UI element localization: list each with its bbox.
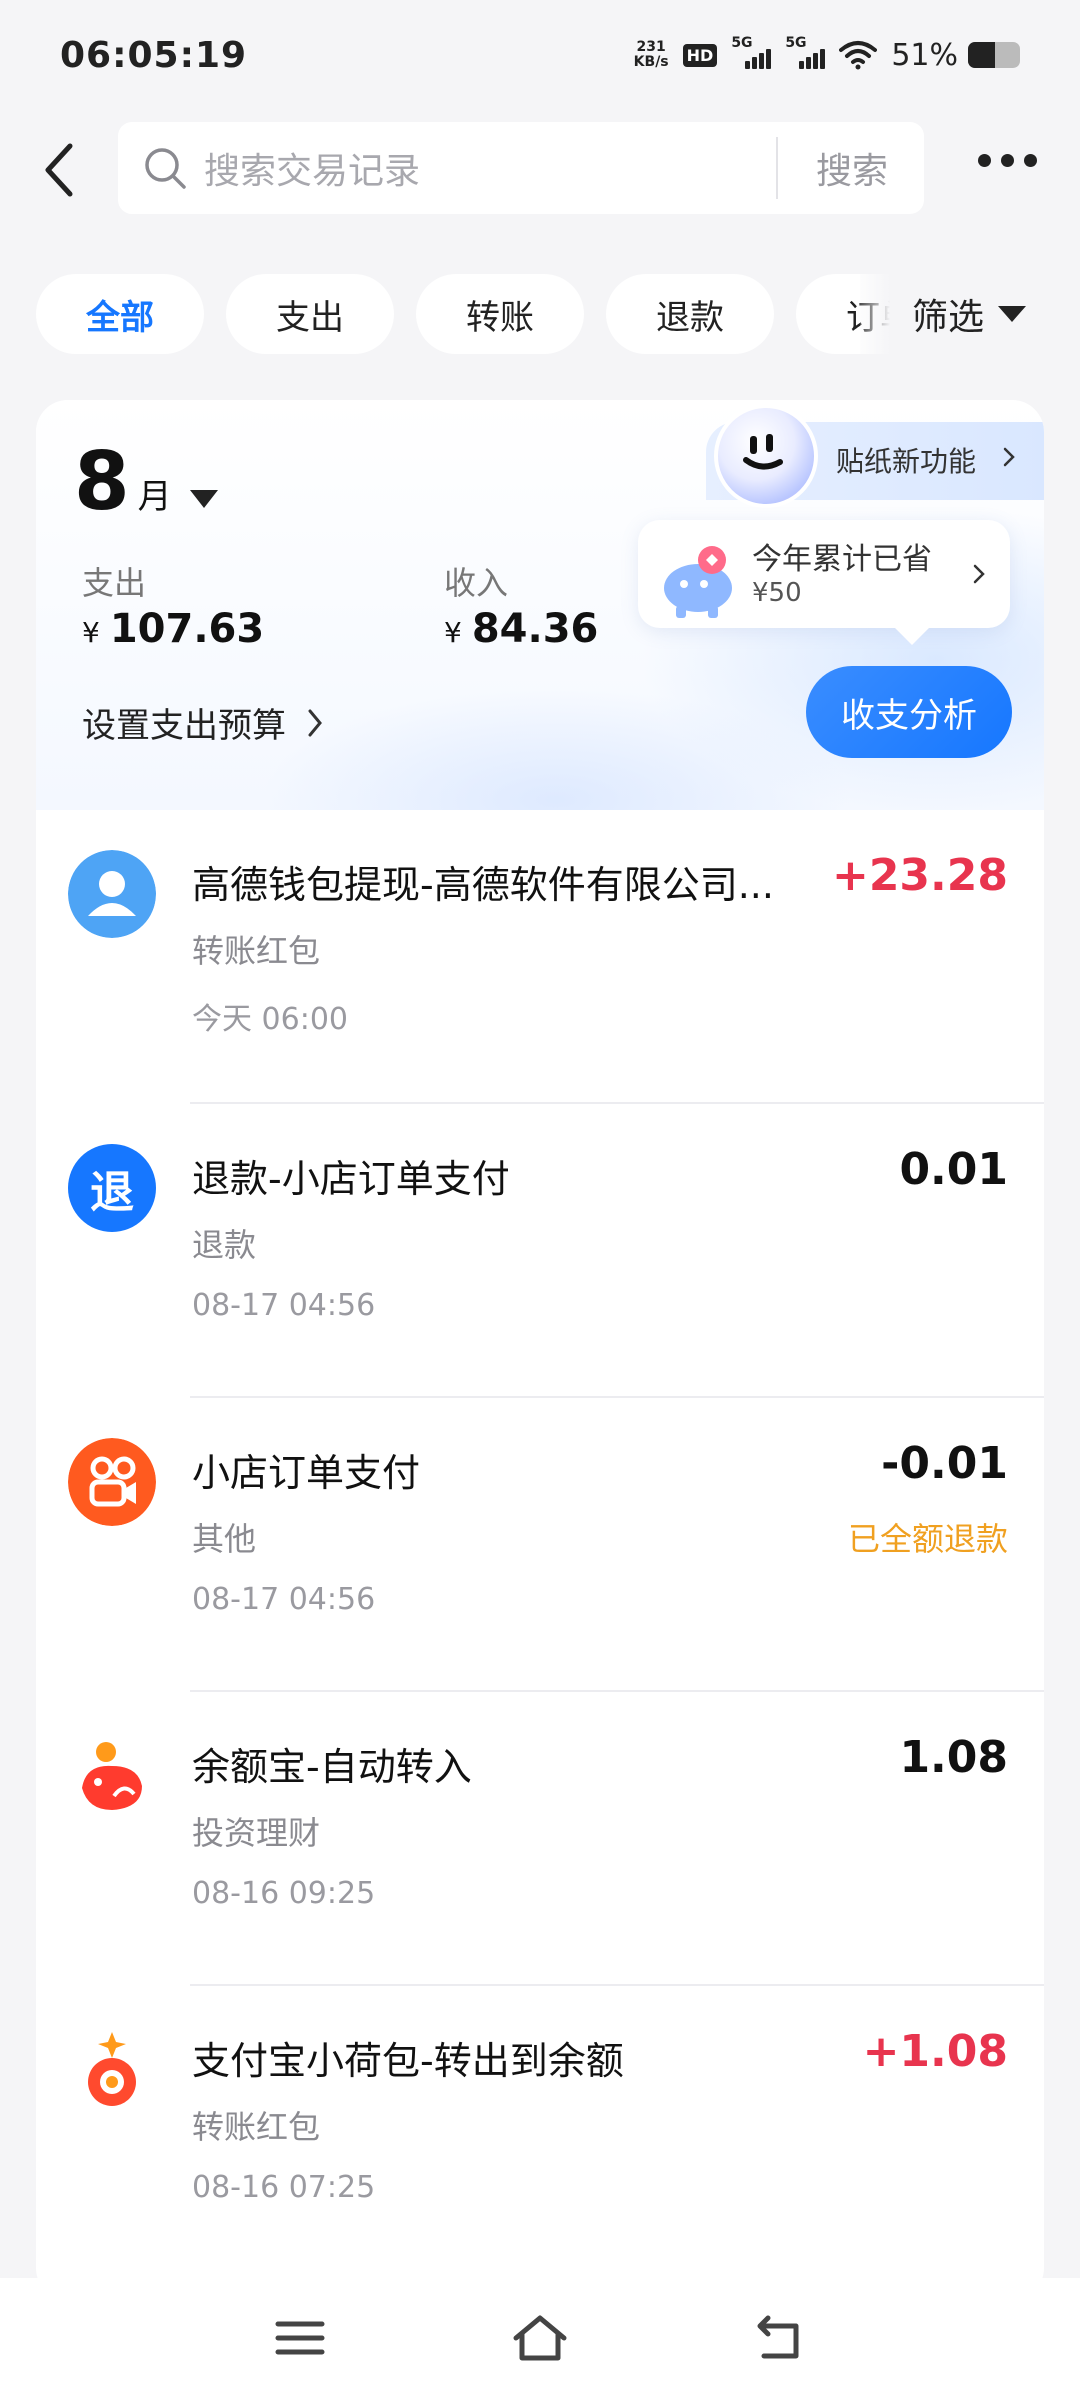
transaction-category: 退款	[192, 1226, 257, 1264]
tab-expense[interactable]: 支出	[226, 274, 394, 354]
hd-icon: HD	[682, 43, 718, 67]
month-unit: 月	[137, 477, 172, 517]
back-nav-icon[interactable]	[750, 2308, 810, 2368]
chevron-right-icon	[973, 564, 985, 584]
transaction-title: 支付宝小荷包-转出到余额	[192, 2039, 624, 2083]
transactions-card: 贴纸新功能 8 月 支出 ¥107.63 收入 ¥84.36 今年累计已省 ¥5…	[36, 400, 1044, 2300]
refund-icon: 退	[68, 1144, 156, 1232]
menu-icon[interactable]	[270, 2308, 330, 2368]
sticker-feature-label[interactable]: 贴纸新功能	[836, 440, 976, 480]
filter-label: 筛选	[912, 297, 985, 338]
yearly-savings-bubble[interactable]: 今年累计已省 ¥50	[638, 520, 1010, 628]
wifi-icon	[839, 41, 878, 70]
transaction-title: 高德钱包提现-高德软件有限公司...	[192, 863, 774, 907]
system-navigation-bar	[0, 2278, 1080, 2400]
transaction-time: 08-17 04:56	[192, 1288, 376, 1323]
transaction-amount: +1.08	[862, 2026, 1008, 2077]
back-button[interactable]	[34, 138, 94, 202]
transaction-category: 转账红包	[192, 932, 321, 970]
filter-button[interactable]: 筛选	[860, 274, 1080, 354]
piggy-bank-icon	[664, 546, 732, 618]
income-expense-analysis-button[interactable]: 收支分析	[806, 666, 1012, 758]
month-selector[interactable]: 8 月	[74, 442, 218, 522]
chevron-right-icon	[308, 709, 322, 736]
transaction-amount: 1.08	[899, 1732, 1008, 1783]
transaction-title: 余额宝-自动转入	[192, 1745, 472, 1789]
savings-amount: ¥50	[752, 578, 802, 608]
home-icon[interactable]	[510, 2308, 570, 2368]
kuaishou-shop-icon	[68, 1438, 156, 1526]
signal-icon: 5G	[731, 35, 772, 69]
caret-down-icon	[998, 306, 1027, 322]
tab-refund[interactable]: 退款	[606, 274, 774, 354]
transaction-title: 小店订单支付	[192, 1451, 421, 1495]
income-value: ¥84.36	[444, 606, 599, 652]
search-icon	[145, 148, 186, 189]
transaction-amount: +23.28	[831, 850, 1008, 901]
tab-transfer[interactable]: 转账	[416, 274, 584, 354]
user-avatar-icon	[68, 850, 156, 938]
tab-all[interactable]: 全部	[36, 274, 204, 354]
xiaohebao-icon	[68, 2026, 156, 2114]
header: 搜索交易记录 搜索	[0, 120, 1080, 220]
expense-value: ¥107.63	[82, 606, 265, 652]
transaction-row[interactable]: 高德钱包提现-高德软件有限公司... 转账红包 今天 06:00 +23.28	[36, 810, 1044, 1104]
transaction-amount: -0.01	[881, 1438, 1008, 1489]
status-icons: 231 KB/s HD 5G 5G 51%	[633, 35, 1020, 73]
chevron-right-icon	[1003, 447, 1015, 467]
transaction-time: 08-16 07:25	[192, 2170, 376, 2205]
transaction-row[interactable]: 支付宝小荷包-转出到余额 转账红包 08-16 07:25 +1.08	[36, 1986, 1044, 2280]
transaction-row[interactable]: 退 退款-小店订单支付 退款 08-17 04:56 0.01	[36, 1104, 1044, 1398]
transaction-row[interactable]: 小店订单支付 其他 08-17 04:56 -0.01 已全额退款	[36, 1398, 1044, 1692]
signal-icon-2: 5G	[785, 35, 826, 69]
status-bar: 06:05:19 231 KB/s HD 5G 5G 51%	[0, 0, 1080, 110]
expense-label: 支出	[82, 564, 147, 602]
search-bar[interactable]: 搜索交易记录 搜索	[118, 122, 924, 214]
transaction-time: 08-17 04:56	[192, 1582, 376, 1617]
more-options-button[interactable]	[978, 154, 1037, 167]
filter-tabs: 全部 支出 转账 退款 订单 筛选	[0, 274, 1080, 354]
budget-label: 设置支出预算	[82, 706, 286, 746]
search-button[interactable]: 搜索	[778, 142, 924, 194]
mascot-icon	[714, 404, 818, 508]
transaction-time: 今天 06:00	[192, 1002, 348, 1037]
refund-status-note: 已全额退款	[847, 1520, 1008, 1558]
monthly-summary: 贴纸新功能 8 月 支出 ¥107.63 收入 ¥84.36 今年累计已省 ¥5…	[36, 400, 1044, 810]
transaction-row[interactable]: 余额宝-自动转入 投资理财 08-16 09:25 1.08	[36, 1692, 1044, 1986]
savings-title: 今年累计已省	[752, 542, 932, 577]
income-label: 收入	[444, 564, 509, 602]
set-budget-link[interactable]: 设置支出预算	[82, 698, 326, 747]
transaction-category: 转账红包	[192, 2108, 321, 2146]
transaction-time: 08-16 09:25	[192, 1876, 376, 1911]
month-number: 8	[74, 435, 130, 528]
transaction-category: 其他	[192, 1520, 257, 1558]
transaction-amount: 0.01	[899, 1144, 1008, 1195]
battery-icon	[968, 42, 1020, 68]
yuebao-icon	[68, 1732, 156, 1820]
search-input[interactable]: 搜索交易记录	[204, 142, 776, 194]
caret-down-icon	[189, 490, 218, 508]
transaction-title: 退款-小店订单支付	[192, 1157, 510, 1201]
transaction-category: 投资理财	[192, 1814, 321, 1852]
status-time: 06:05:19	[60, 34, 248, 76]
network-speed: 231 KB/s	[633, 39, 669, 70]
battery-indicator: 51%	[891, 38, 1020, 73]
